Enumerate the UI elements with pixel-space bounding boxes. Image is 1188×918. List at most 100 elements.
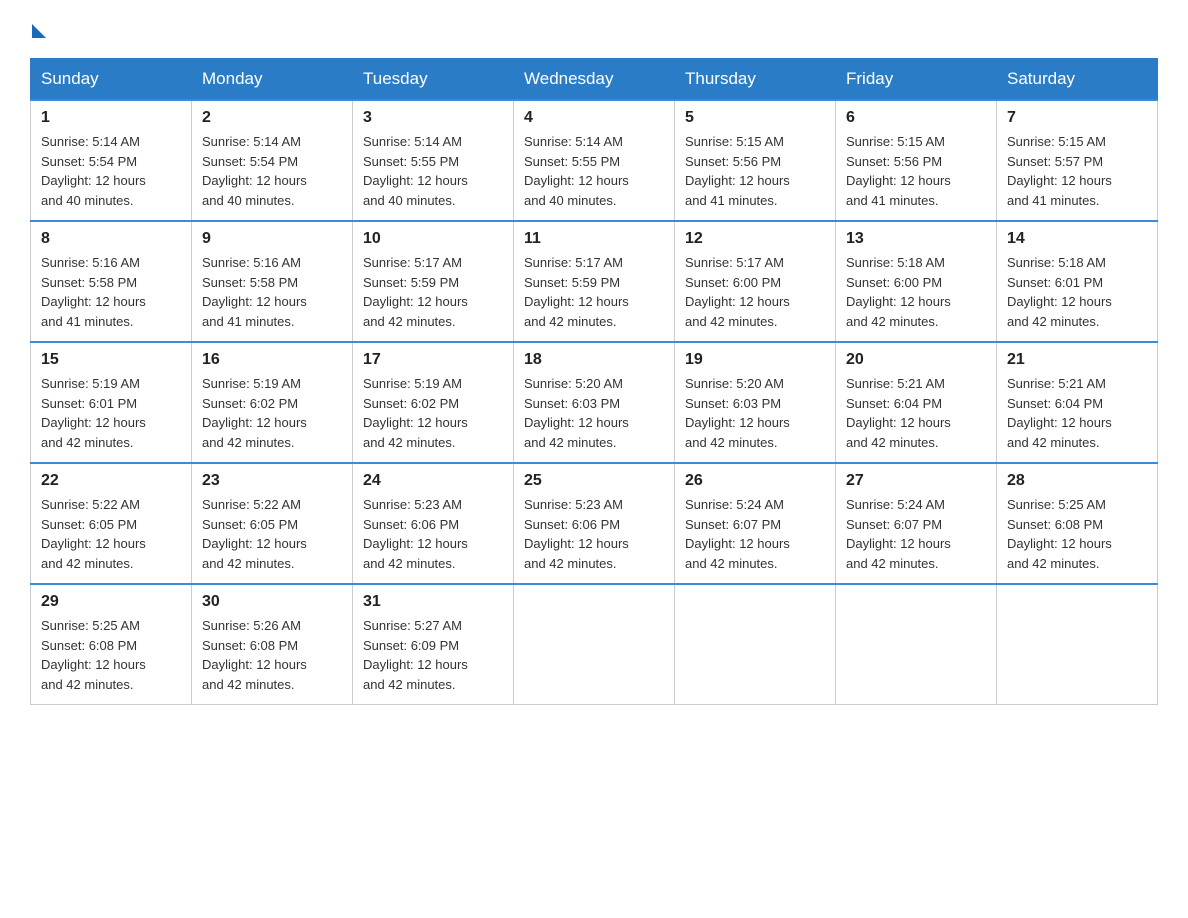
day-number: 30 — [202, 593, 342, 611]
calendar-cell: 25 Sunrise: 5:23 AM Sunset: 6:06 PM Dayl… — [514, 463, 675, 584]
day-number: 19 — [685, 351, 825, 369]
calendar-cell: 19 Sunrise: 5:20 AM Sunset: 6:03 PM Dayl… — [675, 342, 836, 463]
day-info: Sunrise: 5:14 AM Sunset: 5:55 PM Dayligh… — [363, 132, 503, 210]
day-number: 12 — [685, 230, 825, 248]
day-info: Sunrise: 5:21 AM Sunset: 6:04 PM Dayligh… — [846, 374, 986, 452]
calendar-cell: 15 Sunrise: 5:19 AM Sunset: 6:01 PM Dayl… — [31, 342, 192, 463]
day-info: Sunrise: 5:18 AM Sunset: 6:00 PM Dayligh… — [846, 253, 986, 331]
day-number: 25 — [524, 472, 664, 490]
calendar-cell: 9 Sunrise: 5:16 AM Sunset: 5:58 PM Dayli… — [192, 221, 353, 342]
day-info: Sunrise: 5:20 AM Sunset: 6:03 PM Dayligh… — [685, 374, 825, 452]
day-info: Sunrise: 5:19 AM Sunset: 6:02 PM Dayligh… — [363, 374, 503, 452]
calendar-cell: 16 Sunrise: 5:19 AM Sunset: 6:02 PM Dayl… — [192, 342, 353, 463]
day-number: 4 — [524, 109, 664, 127]
logo-triangle-icon — [32, 24, 46, 38]
day-info: Sunrise: 5:23 AM Sunset: 6:06 PM Dayligh… — [363, 495, 503, 573]
calendar-cell: 26 Sunrise: 5:24 AM Sunset: 6:07 PM Dayl… — [675, 463, 836, 584]
day-info: Sunrise: 5:25 AM Sunset: 6:08 PM Dayligh… — [1007, 495, 1147, 573]
calendar-cell: 14 Sunrise: 5:18 AM Sunset: 6:01 PM Dayl… — [997, 221, 1158, 342]
day-info: Sunrise: 5:16 AM Sunset: 5:58 PM Dayligh… — [202, 253, 342, 331]
calendar-header-wednesday: Wednesday — [514, 59, 675, 101]
calendar-header-saturday: Saturday — [997, 59, 1158, 101]
day-number: 1 — [41, 109, 181, 127]
day-info: Sunrise: 5:18 AM Sunset: 6:01 PM Dayligh… — [1007, 253, 1147, 331]
calendar-cell: 24 Sunrise: 5:23 AM Sunset: 6:06 PM Dayl… — [353, 463, 514, 584]
day-number: 13 — [846, 230, 986, 248]
day-info: Sunrise: 5:24 AM Sunset: 6:07 PM Dayligh… — [685, 495, 825, 573]
calendar-cell: 12 Sunrise: 5:17 AM Sunset: 6:00 PM Dayl… — [675, 221, 836, 342]
day-number: 10 — [363, 230, 503, 248]
calendar-week-row: 29 Sunrise: 5:25 AM Sunset: 6:08 PM Dayl… — [31, 584, 1158, 705]
calendar-header-sunday: Sunday — [31, 59, 192, 101]
day-number: 16 — [202, 351, 342, 369]
day-number: 22 — [41, 472, 181, 490]
calendar-cell: 11 Sunrise: 5:17 AM Sunset: 5:59 PM Dayl… — [514, 221, 675, 342]
calendar-cell: 28 Sunrise: 5:25 AM Sunset: 6:08 PM Dayl… — [997, 463, 1158, 584]
calendar-cell: 13 Sunrise: 5:18 AM Sunset: 6:00 PM Dayl… — [836, 221, 997, 342]
calendar-header-friday: Friday — [836, 59, 997, 101]
calendar-cell: 30 Sunrise: 5:26 AM Sunset: 6:08 PM Dayl… — [192, 584, 353, 705]
day-info: Sunrise: 5:17 AM Sunset: 5:59 PM Dayligh… — [524, 253, 664, 331]
day-info: Sunrise: 5:17 AM Sunset: 6:00 PM Dayligh… — [685, 253, 825, 331]
calendar-header-thursday: Thursday — [675, 59, 836, 101]
day-info: Sunrise: 5:27 AM Sunset: 6:09 PM Dayligh… — [363, 616, 503, 694]
day-number: 23 — [202, 472, 342, 490]
calendar-table: SundayMondayTuesdayWednesdayThursdayFrid… — [30, 58, 1158, 705]
day-info: Sunrise: 5:15 AM Sunset: 5:56 PM Dayligh… — [685, 132, 825, 210]
calendar-cell — [997, 584, 1158, 705]
day-info: Sunrise: 5:14 AM Sunset: 5:54 PM Dayligh… — [41, 132, 181, 210]
calendar-cell: 5 Sunrise: 5:15 AM Sunset: 5:56 PM Dayli… — [675, 100, 836, 221]
day-number: 9 — [202, 230, 342, 248]
calendar-cell: 20 Sunrise: 5:21 AM Sunset: 6:04 PM Dayl… — [836, 342, 997, 463]
calendar-cell: 29 Sunrise: 5:25 AM Sunset: 6:08 PM Dayl… — [31, 584, 192, 705]
day-number: 14 — [1007, 230, 1147, 248]
day-info: Sunrise: 5:21 AM Sunset: 6:04 PM Dayligh… — [1007, 374, 1147, 452]
calendar-cell: 3 Sunrise: 5:14 AM Sunset: 5:55 PM Dayli… — [353, 100, 514, 221]
day-info: Sunrise: 5:25 AM Sunset: 6:08 PM Dayligh… — [41, 616, 181, 694]
calendar-cell: 6 Sunrise: 5:15 AM Sunset: 5:56 PM Dayli… — [836, 100, 997, 221]
calendar-cell: 21 Sunrise: 5:21 AM Sunset: 6:04 PM Dayl… — [997, 342, 1158, 463]
calendar-cell: 17 Sunrise: 5:19 AM Sunset: 6:02 PM Dayl… — [353, 342, 514, 463]
calendar-week-row: 8 Sunrise: 5:16 AM Sunset: 5:58 PM Dayli… — [31, 221, 1158, 342]
calendar-cell: 10 Sunrise: 5:17 AM Sunset: 5:59 PM Dayl… — [353, 221, 514, 342]
calendar-cell: 22 Sunrise: 5:22 AM Sunset: 6:05 PM Dayl… — [31, 463, 192, 584]
calendar-cell: 18 Sunrise: 5:20 AM Sunset: 6:03 PM Dayl… — [514, 342, 675, 463]
day-number: 21 — [1007, 351, 1147, 369]
calendar-cell: 7 Sunrise: 5:15 AM Sunset: 5:57 PM Dayli… — [997, 100, 1158, 221]
page-header — [30, 20, 1158, 38]
day-number: 29 — [41, 593, 181, 611]
day-number: 6 — [846, 109, 986, 127]
day-number: 26 — [685, 472, 825, 490]
day-info: Sunrise: 5:15 AM Sunset: 5:56 PM Dayligh… — [846, 132, 986, 210]
calendar-cell: 4 Sunrise: 5:14 AM Sunset: 5:55 PM Dayli… — [514, 100, 675, 221]
calendar-cell — [836, 584, 997, 705]
day-info: Sunrise: 5:17 AM Sunset: 5:59 PM Dayligh… — [363, 253, 503, 331]
day-number: 27 — [846, 472, 986, 490]
day-info: Sunrise: 5:14 AM Sunset: 5:54 PM Dayligh… — [202, 132, 342, 210]
calendar-cell: 8 Sunrise: 5:16 AM Sunset: 5:58 PM Dayli… — [31, 221, 192, 342]
calendar-cell: 31 Sunrise: 5:27 AM Sunset: 6:09 PM Dayl… — [353, 584, 514, 705]
day-info: Sunrise: 5:23 AM Sunset: 6:06 PM Dayligh… — [524, 495, 664, 573]
day-number: 20 — [846, 351, 986, 369]
day-number: 18 — [524, 351, 664, 369]
calendar-header-tuesday: Tuesday — [353, 59, 514, 101]
calendar-cell: 27 Sunrise: 5:24 AM Sunset: 6:07 PM Dayl… — [836, 463, 997, 584]
day-number: 28 — [1007, 472, 1147, 490]
calendar-week-row: 15 Sunrise: 5:19 AM Sunset: 6:01 PM Dayl… — [31, 342, 1158, 463]
day-number: 3 — [363, 109, 503, 127]
logo — [30, 20, 46, 38]
day-info: Sunrise: 5:16 AM Sunset: 5:58 PM Dayligh… — [41, 253, 181, 331]
day-info: Sunrise: 5:19 AM Sunset: 6:02 PM Dayligh… — [202, 374, 342, 452]
day-number: 15 — [41, 351, 181, 369]
day-info: Sunrise: 5:20 AM Sunset: 6:03 PM Dayligh… — [524, 374, 664, 452]
calendar-cell: 2 Sunrise: 5:14 AM Sunset: 5:54 PM Dayli… — [192, 100, 353, 221]
day-info: Sunrise: 5:24 AM Sunset: 6:07 PM Dayligh… — [846, 495, 986, 573]
day-info: Sunrise: 5:26 AM Sunset: 6:08 PM Dayligh… — [202, 616, 342, 694]
day-number: 7 — [1007, 109, 1147, 127]
day-number: 8 — [41, 230, 181, 248]
calendar-cell — [514, 584, 675, 705]
calendar-week-row: 1 Sunrise: 5:14 AM Sunset: 5:54 PM Dayli… — [31, 100, 1158, 221]
calendar-header-monday: Monday — [192, 59, 353, 101]
day-number: 24 — [363, 472, 503, 490]
day-number: 5 — [685, 109, 825, 127]
